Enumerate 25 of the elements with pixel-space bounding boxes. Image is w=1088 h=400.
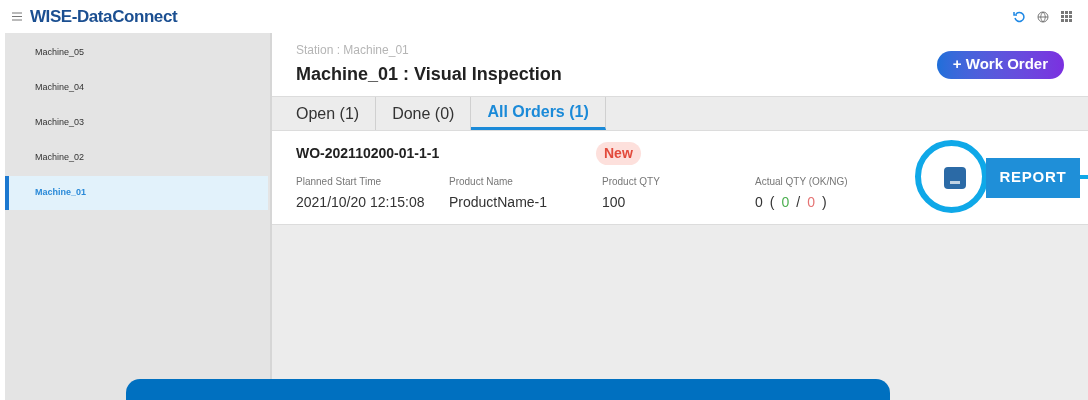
field-label: Product Name <box>449 175 514 189</box>
bracket: ) <box>821 193 827 212</box>
separator: / <box>796 193 801 212</box>
order-id: WO-202110200-01-1-1 <box>296 144 441 163</box>
page-title: Machine_01 : Visual Inspection <box>296 63 562 86</box>
ok-qty: 0 <box>781 193 790 212</box>
field-label: Product QTY <box>602 175 661 189</box>
tab[interactable]: Done (0) <box>376 97 472 130</box>
field-label: Actual QTY (OK/NG) <box>755 175 848 189</box>
field-label: Planned Start Time <box>296 175 383 189</box>
sidebar-item[interactable]: Machine_03 <box>5 105 270 140</box>
tab[interactable]: Open (1) <box>280 97 377 130</box>
field-value: ProductName-1 <box>449 193 549 212</box>
status-badge: New <box>596 142 641 165</box>
station-label: Station : Machine_01 <box>296 42 410 59</box>
ng-qty: 0 <box>807 193 815 212</box>
work-order-button[interactable]: + Work Order <box>936 50 1064 79</box>
field-value: 100 <box>602 193 627 212</box>
sidebar-item[interactable]: Machine_02 <box>5 140 270 175</box>
sidebar-item[interactable]: Machine_04 <box>5 70 270 105</box>
sidebar-item[interactable]: Machine_05 <box>5 35 270 70</box>
actual-qty: 0 <box>755 193 763 212</box>
bracket: ( <box>769 193 775 212</box>
app-title: WISE-DataConnect <box>30 5 178 28</box>
field-value: 2021/10/20 12:15:08 <box>296 193 426 212</box>
